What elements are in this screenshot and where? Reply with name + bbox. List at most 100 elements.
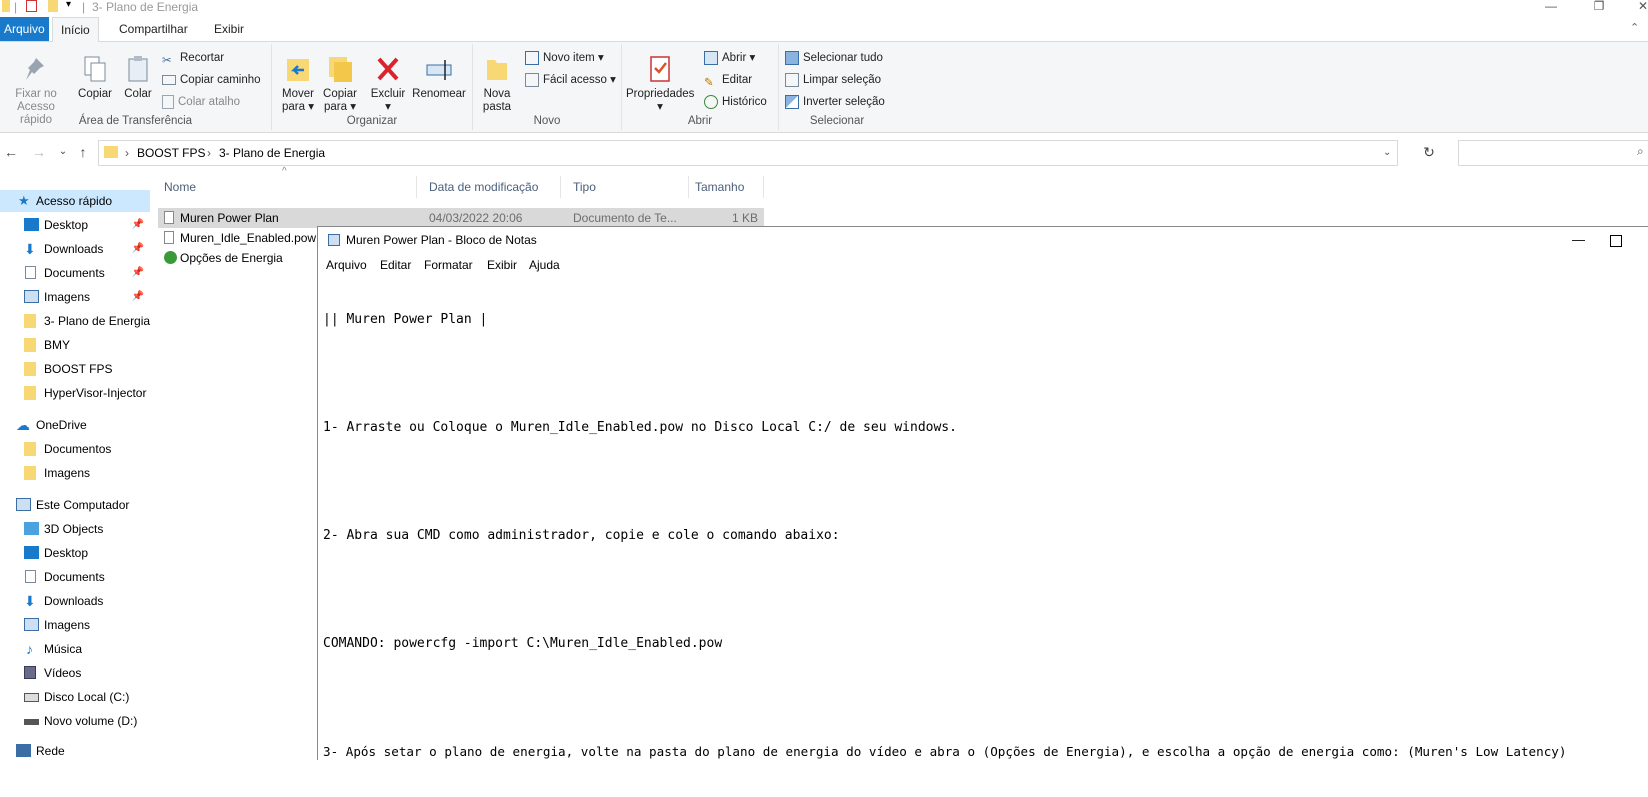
new-folder-quick-icon[interactable] xyxy=(48,0,58,12)
nav-onedrive-documentos[interactable]: Documentos xyxy=(0,438,150,460)
nav-documents[interactable]: Documents 📌 xyxy=(0,262,150,284)
nav-pc-desktop[interactable]: Desktop xyxy=(0,542,150,564)
nav-quick-access[interactable]: ★ Acesso rápido xyxy=(0,190,150,212)
nav-videos[interactable]: Vídeos xyxy=(0,662,150,684)
address-dropdown-icon[interactable]: ⌄ xyxy=(1383,141,1391,165)
nav-hypervisor-injector[interactable]: HyperVisor-Injector xyxy=(0,382,150,404)
nav-plano-energia[interactable]: 3- Plano de Energia xyxy=(0,310,150,332)
copy-path-label: Copiar caminho xyxy=(180,74,261,86)
nav-downloads[interactable]: ⬇ Downloads 📌 xyxy=(0,238,150,260)
file-row[interactable]: Muren Power Plan 04/03/2022 20:06 Docume… xyxy=(158,208,764,228)
nav-3d-objects[interactable]: 3D Objects xyxy=(0,518,150,540)
menu-ajuda[interactable]: Ajuda xyxy=(529,255,560,275)
menu-arquivo[interactable]: Arquivo xyxy=(326,255,367,275)
column-header-date[interactable]: Data de modificação xyxy=(423,176,561,198)
collapse-ribbon-icon[interactable]: ⌃ xyxy=(1630,21,1639,34)
nav-label: HyperVisor-Injector xyxy=(44,386,147,400)
history-button[interactable]: Histórico xyxy=(704,92,767,112)
nav-musica[interactable]: ♪ Música xyxy=(0,638,150,660)
download-arrow-icon: ⬇ xyxy=(24,593,36,609)
select-none-label: Limpar seleção xyxy=(803,74,881,86)
nav-this-pc[interactable]: Este Computador xyxy=(0,494,150,516)
menu-exibir[interactable]: Exibir xyxy=(487,255,517,275)
nav-desktop[interactable]: Desktop 📌 xyxy=(0,214,150,236)
column-header-type[interactable]: Tipo xyxy=(567,176,689,198)
text-line: 1- Arraste ou Coloque o Muren_Idle_Enabl… xyxy=(323,420,957,435)
tab-exibir[interactable]: Exibir xyxy=(206,17,252,41)
notepad-menu-bar: Arquivo Editar Formatar Exibir Ajuda xyxy=(318,255,1648,275)
nav-pc-imagens[interactable]: Imagens xyxy=(0,614,150,636)
ribbon-tabs: Arquivo Início Compartilhar Exibir ⌃ xyxy=(0,17,1648,43)
text-line xyxy=(323,473,1643,491)
rename-label: Renomear xyxy=(412,88,466,100)
minimize-icon[interactable]: — xyxy=(1572,227,1585,253)
select-all-button[interactable]: Selecionar tudo xyxy=(785,48,883,68)
notepad-text-area[interactable]: || Muren Power Plan | 1- Arraste ou Colo… xyxy=(323,275,1643,797)
nav-pc-documents[interactable]: Documents xyxy=(0,566,150,588)
invert-selection-button[interactable]: Inverter seleção xyxy=(785,92,885,112)
recent-locations-icon[interactable]: ⌄ xyxy=(54,143,72,161)
address-bar[interactable]: › BOOST FPS › 3- Plano de Energia ⌄ xyxy=(98,140,1398,166)
close-icon[interactable]: ✕ xyxy=(1628,0,1648,14)
paste-label: Colar xyxy=(124,88,152,100)
column-header-size[interactable]: Tamanho xyxy=(689,176,764,198)
delete-button[interactable]: Excluir ▾ xyxy=(368,50,408,114)
minimize-icon[interactable]: — xyxy=(1536,0,1566,14)
nav-bmy[interactable]: BMY xyxy=(0,334,150,356)
properties-quick-icon[interactable] xyxy=(26,0,37,12)
nav-imagens[interactable]: Imagens 📌 xyxy=(0,286,150,308)
properties-button[interactable]: Propriedades ▾ xyxy=(626,50,694,114)
menu-editar[interactable]: Editar xyxy=(380,255,411,275)
tab-arquivo[interactable]: Arquivo xyxy=(0,17,49,41)
forward-icon[interactable]: → xyxy=(30,143,48,161)
search-box[interactable]: ⌕ xyxy=(1458,140,1648,166)
breadcrumb-separator[interactable]: › xyxy=(207,141,211,165)
paste-button[interactable]: Colar xyxy=(118,50,158,101)
scissors-icon: ✂ xyxy=(162,54,172,67)
up-icon[interactable]: ↑ xyxy=(74,143,92,161)
breadcrumb-separator[interactable]: › xyxy=(125,141,129,165)
nav-boost-fps[interactable]: BOOST FPS xyxy=(0,358,150,380)
rename-icon xyxy=(426,60,452,80)
customize-quick-access-icon[interactable]: ▾ xyxy=(66,0,71,10)
nav-onedrive[interactable]: ☁ OneDrive xyxy=(0,414,150,436)
file-row[interactable]: Opções de Energia xyxy=(158,248,318,268)
breadcrumb-boost-fps[interactable]: BOOST FPS xyxy=(137,141,205,165)
select-none-button[interactable]: Limpar seleção xyxy=(785,70,881,90)
nav-disco-local-c[interactable]: Disco Local (C:) xyxy=(0,686,150,708)
nav-pc-downloads[interactable]: ⬇ Downloads xyxy=(0,590,150,612)
easy-access-button[interactable]: Fácil acesso ▾ xyxy=(525,70,616,90)
paste-shortcut-button[interactable]: Colar atalho xyxy=(162,92,240,112)
nav-novo-volume-d[interactable]: Novo volume (D:) xyxy=(0,710,150,732)
copy-button[interactable]: Copiar xyxy=(72,50,118,101)
rename-button[interactable]: Renomear xyxy=(410,50,468,101)
edit-button[interactable]: ✎ Editar xyxy=(704,70,752,90)
maximize-icon[interactable] xyxy=(1610,235,1622,247)
new-item-button[interactable]: Novo item ▾ xyxy=(525,48,604,68)
copy-to-button[interactable]: Copiar para ▾ xyxy=(320,50,360,114)
tab-compartilhar[interactable]: Compartilhar xyxy=(111,17,196,41)
back-icon[interactable]: ← xyxy=(2,143,20,161)
file-date: 04/03/2022 20:06 xyxy=(429,211,523,225)
breadcrumb-plano-energia[interactable]: 3- Plano de Energia xyxy=(219,141,325,165)
cut-button[interactable]: ✂ Recortar xyxy=(162,48,224,68)
new-item-icon xyxy=(525,50,539,65)
nav-label: 3- Plano de Energia xyxy=(44,314,151,328)
copy-path-button[interactable]: Copiar caminho xyxy=(162,70,261,90)
refresh-icon[interactable]: ↻ xyxy=(1420,143,1438,161)
group-label-clipboard: Área de Transferência xyxy=(78,115,193,127)
open-button[interactable]: Abrir ▾ xyxy=(704,48,755,68)
group-clipboard: Fixar no Acesso rápido Copiar Colar ✂ Rec… xyxy=(0,44,272,130)
file-row[interactable]: Muren_Idle_Enabled.pow xyxy=(158,228,318,248)
nav-label: Imagens xyxy=(44,466,91,480)
move-to-button[interactable]: Mover para ▾ xyxy=(278,50,318,114)
menu-formatar[interactable]: Formatar xyxy=(424,255,473,275)
column-header-name[interactable]: Nome xyxy=(158,176,417,198)
paste-icon xyxy=(128,56,148,82)
tab-inicio[interactable]: Início xyxy=(52,17,99,43)
restore-icon[interactable]: ❐ xyxy=(1584,0,1614,14)
nav-onedrive-imagens[interactable]: Imagens xyxy=(0,462,150,484)
cube-icon xyxy=(24,522,39,535)
search-icon: ⌕ xyxy=(1637,144,1644,158)
new-folder-button[interactable]: Nova pasta xyxy=(477,50,517,114)
